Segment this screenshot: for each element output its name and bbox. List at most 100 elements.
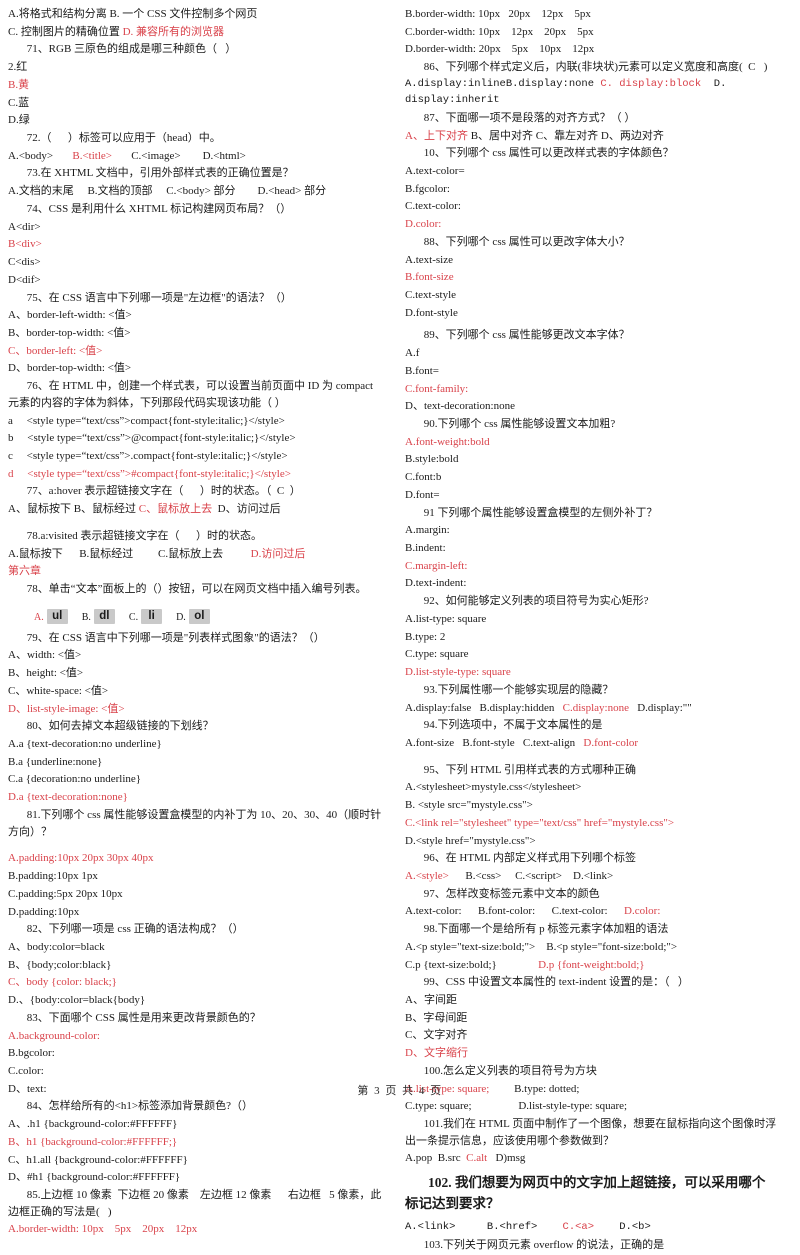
text-segment: D、文字缩行 <box>405 1047 468 1060</box>
icon-option-ol[interactable]: D. ol <box>176 608 210 624</box>
exam-line-q100-stem: 100.怎么定义列表的项目符号为方块 <box>405 1063 778 1080</box>
text-segment: B.type: 2 <box>405 630 446 643</box>
icon-option-dl[interactable]: B. dl <box>82 608 115 624</box>
text-segment: 10、下列哪个 css 属性可以更改样式表的字体颜色？ <box>423 147 674 160</box>
text-segment: A、width: <值> <box>8 649 82 662</box>
exam-line-q74-d: D<dif> <box>8 272 383 289</box>
li-icon[interactable]: li <box>141 608 163 624</box>
text-segment: B、{body;color:black} <box>8 958 112 971</box>
text-segment: B、居中对齐 C、靠左对齐 D、两边对齐 <box>467 129 664 142</box>
text-segment: 85.上边框 10 像素 下边框 20 像素 左边框 12 像素 右边框 5 像… <box>8 1189 382 1218</box>
text-segment: A.将格式和结构分离 B. 一个 <box>8 8 148 20</box>
list-toolbar-icon-row[interactable]: A. ul B. dl C. li D. ol <box>8 606 383 627</box>
exam-line-q79-stem: 79、在 CSS 语言中下列哪一项是"列表样式图象"的语法？（） <box>8 630 383 647</box>
exam-line-q77-stem: 77、a:hover 表示超链接文字在（ ）时的状态。（ C ） <box>8 483 383 500</box>
icon-option-li[interactable]: C. li <box>129 608 163 624</box>
exam-line-q10-c: C.text-color: <box>405 198 778 215</box>
exam-line-q71-a: 2.红 <box>8 59 383 76</box>
page-footer: 第 3 页 共 4 页 <box>357 1085 443 1097</box>
exam-line-q71-b: B.黄 <box>8 77 383 94</box>
exam-line-q85-a: A.border-width: 10px 5px 20px 12px <box>8 1221 383 1238</box>
exam-line-q91-a: A.margin: <box>405 522 778 539</box>
exam-line-q89-c: C.font-family: <box>405 381 778 398</box>
text-segment: A.<style> <box>405 869 449 882</box>
exam-line-q91-stem: 91 下列哪个属性能够设置盒模型的左侧外补丁？ <box>405 505 778 522</box>
text-segment: B.黄 <box>8 78 30 91</box>
exam-line-q78b-stem: 78、单击“文本”面板上的（）按钮，可以在网页文档中插入编号列表。 <box>8 581 383 598</box>
exam-line-q98-cd: C.p {text-size:bold;} D.p {font-weight:b… <box>405 957 778 974</box>
text-segment: 102. 我们想要为网页中的文字加上超链接，可以采用哪个标记达到要求？ <box>405 1175 766 1211</box>
exam-line-q70-optAB: A.将格式和结构分离 B. 一个 CSS 文件控制多个网页 <box>8 6 383 23</box>
text-segment: A.<stylesheet>mystyle.css</stylesheet> <box>405 781 582 794</box>
text-segment: A.<body> <box>8 149 73 162</box>
text-segment: 96、在 HTML 内部定义样式用下列哪个标签 <box>423 852 636 865</box>
text-segment: D.font= <box>405 488 440 501</box>
exam-line-q82-a: A、body:color=black <box>8 939 383 956</box>
exam-line-q73-opts: A.文档的末尾 B.文档的顶部 C.<body> 部分 D.<head> 部分 <box>8 183 383 200</box>
text-segment: C.margin-left: <box>405 559 468 572</box>
ul-icon[interactable]: ul <box>46 608 68 624</box>
right-lines: B.border-width: 10px 20px 12px 5px C.bord… <box>405 6 778 1254</box>
exam-line-q97-opts: A.text-color: B.font-color: C.text-color… <box>405 903 778 920</box>
exam-line-q85-stem: 85.上边框 10 像素 下边框 20 像素 左边框 12 像素 右边框 5 像… <box>8 1187 383 1220</box>
text-segment: 文件控制多个网页 <box>166 8 258 20</box>
dl-icon[interactable]: dl <box>93 608 115 624</box>
text-segment: C.text-style <box>405 288 457 301</box>
exam-line-q90-b: B.style:bold <box>405 451 778 468</box>
text-segment: 82、下列哪一项是 css 正确的语法构成？（） <box>26 923 244 936</box>
exam-line-q89-b: B.font= <box>405 363 778 380</box>
exam-line-q75-stem: 75、在 CSS 语言中下列哪一项是"左边框"的语法？（） <box>8 290 383 307</box>
exam-line-q70-optCD: C. 控制图片的精确位置 D. 兼容所有的浏览器 <box>8 24 383 41</box>
exam-line-q84-b: B、h1 {background-color:#FFFFFF;} <box>8 1134 383 1151</box>
text-segment: A.<link> B.<href> <box>405 1221 563 1234</box>
text-segment: D.text-indent: <box>405 577 467 590</box>
text-segment: D、list-style-image: <值> <box>8 702 125 715</box>
exam-line-q101-opts: A.pop B.src C.alt D)msg <box>405 1150 778 1167</box>
text-segment: 101.我们在 HTML 页面中制作了一个图像，想要在鼠标指向这个图像时浮出一条… <box>405 1118 777 1147</box>
text-segment: C、white-space: <值> <box>8 684 109 697</box>
text-segment: A.border-width: 10px 5px 20px 12px <box>8 1223 198 1236</box>
text-segment: 71、RGB 三原色的组成是哪三种颜色（ ） <box>26 43 237 56</box>
text-segment: A.list-type: square <box>405 612 487 625</box>
text-segment: B.bgcolor: <box>8 1047 55 1060</box>
right-column: B.border-width: 10px 20px 12px 5px C.bord… <box>393 6 778 1255</box>
text-segment: 75、在 CSS 语言中下列哪一项是"左边框"的语法？（） <box>26 291 292 304</box>
exam-line-q79-a: A、width: <值> <box>8 647 383 664</box>
ol-icon[interactable]: ol <box>188 608 210 624</box>
text-segment: B、h1 {background-color:#FFFFFF;} <box>8 1135 178 1148</box>
text-segment: A<dir> <box>8 220 41 233</box>
text-segment: C.蓝 <box>8 96 30 109</box>
vertical-gap <box>8 841 383 850</box>
exam-line-q72-opts: A.<body> B.<title> C.<image> D.<html> <box>8 148 383 165</box>
exam-line-q80-c: C.a {decoration:no underline} <box>8 771 383 788</box>
exam-line-q95-stem: 95、下列 HTML 引用样式表的方式哪种正确 <box>405 762 778 779</box>
text-segment: D<dif> <box>8 273 41 286</box>
exam-line-q81-stem: 81.下列哪个 css 属性能够设置盒模型的内补丁为 10、20、30、40（顺… <box>8 807 383 840</box>
left-lines-bottom: 79、在 CSS 语言中下列哪一项是"列表样式图象"的语法？（） A、width:… <box>8 630 383 1238</box>
text-segment: C、鼠标放上去 <box>138 503 213 516</box>
text-segment: C、文字对齐 <box>405 1029 468 1042</box>
exam-line-q95-d: D.<style href="mystyle.css"> <box>405 833 778 850</box>
exam-line-q82-b: B、{body;color:black} <box>8 957 383 974</box>
icon-option-ul[interactable]: A. ul <box>34 608 68 624</box>
exam-line-q100-cd: C.type: square; D.list-style-type: squar… <box>405 1098 778 1115</box>
text-segment: A.鼠标按下 B.鼠标经过 C.鼠标放上去 <box>8 547 251 560</box>
text-segment: D.font-color <box>583 736 639 749</box>
exam-line-q84-d: D、#h1 {background-color:#FFFFFF} <box>8 1169 383 1186</box>
exam-line-q10-a: A.text-color= <box>405 163 778 180</box>
text-segment: A.padding:10px 20px 30px 40px <box>8 852 154 865</box>
exam-line-q96-opts: A.<style> B.<css> C.<script> D.<link> <box>405 868 778 885</box>
text-segment: C.color: <box>8 1064 44 1077</box>
exam-line-q95-b: B. <style src="mystyle.css"> <box>405 797 778 814</box>
exam-line-q76-stem: 76、在 HTML 中，创建一个样式表，可以设置当前页面中 ID 为 compa… <box>8 378 383 411</box>
text-segment: A.f <box>405 347 420 360</box>
exam-page: A.将格式和结构分离 B. 一个 CSS 文件控制多个网页 C. 控制图片的精确位… <box>0 0 800 1251</box>
exam-line-q84-stem: 84、怎样给所有的<h1>标签添加背景颜色?（） <box>8 1098 383 1115</box>
text-segment: 100.怎么定义列表的项目符号为方块 <box>423 1064 597 1077</box>
exam-line-q79-d: D、list-style-image: <值> <box>8 701 383 718</box>
text-segment: C.type: square; D.list-style-type: squar… <box>405 1100 628 1113</box>
text-segment: 98.下面哪一个是给所有 p 标签元素字体加粗的语法 <box>423 923 669 936</box>
text-segment: C.text-color: <box>405 200 461 213</box>
text-segment: c <style type=“text/css”>.compact{font-s… <box>8 449 288 462</box>
text-segment: B.a {underline:none} <box>8 755 103 768</box>
